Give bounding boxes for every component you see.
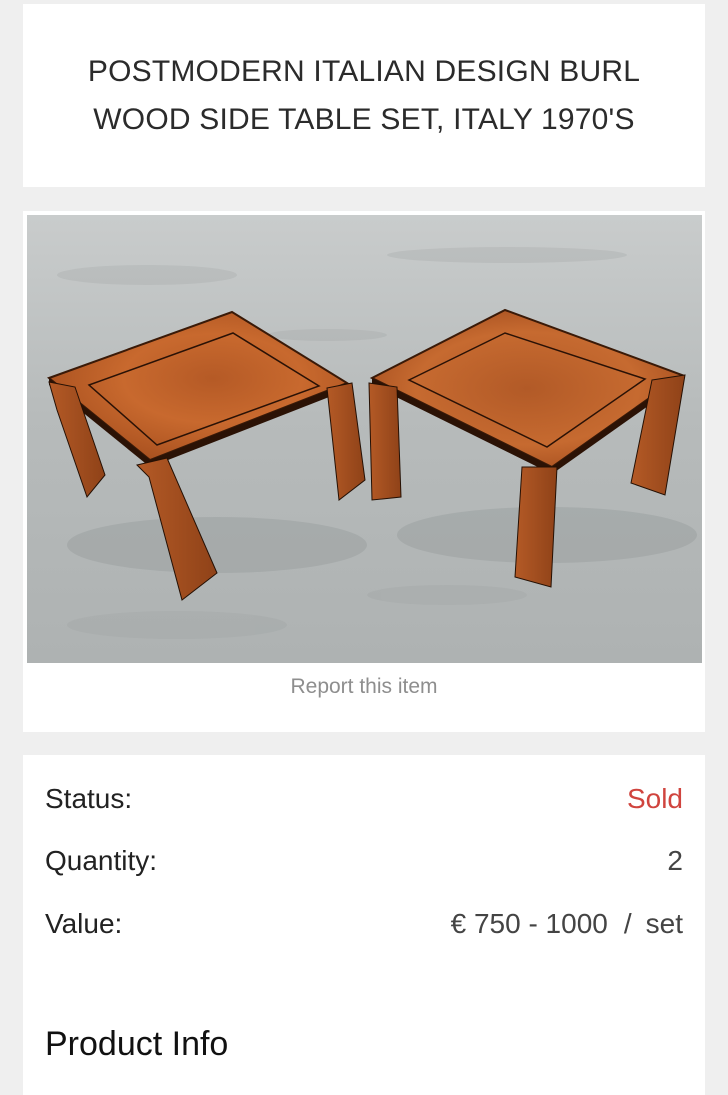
price-separator: / <box>623 908 632 939</box>
value-label: Value: <box>45 908 123 939</box>
status-value: Sold <box>626 783 683 814</box>
report-item-link[interactable]: Report this item <box>23 674 705 700</box>
product-photo[interactable] <box>27 215 702 663</box>
quantity-value: 2 <box>667 845 683 876</box>
value-row: Value: € 750 - 1000 / set <box>45 904 683 944</box>
price-unit: set <box>645 908 683 939</box>
details-card: Status: Sold Quantity: 2 Value: € 750 - … <box>23 755 705 1095</box>
product-info-heading: Product Info <box>45 1025 229 1063</box>
title-card: POSTMODERN ITALIAN DESIGN BURL WOOD SIDE… <box>23 4 705 187</box>
price-range: € 750 - 1000 <box>450 908 608 939</box>
image-card <box>23 211 705 732</box>
status-row: Status: Sold <box>45 779 683 819</box>
quantity-label: Quantity: <box>45 845 158 876</box>
status-label: Status: <box>45 783 133 814</box>
quantity-row: Quantity: 2 <box>45 841 683 881</box>
product-title: POSTMODERN ITALIAN DESIGN BURL WOOD SIDE… <box>87 54 641 136</box>
price-value: € 750 - 1000 / set <box>451 908 683 940</box>
